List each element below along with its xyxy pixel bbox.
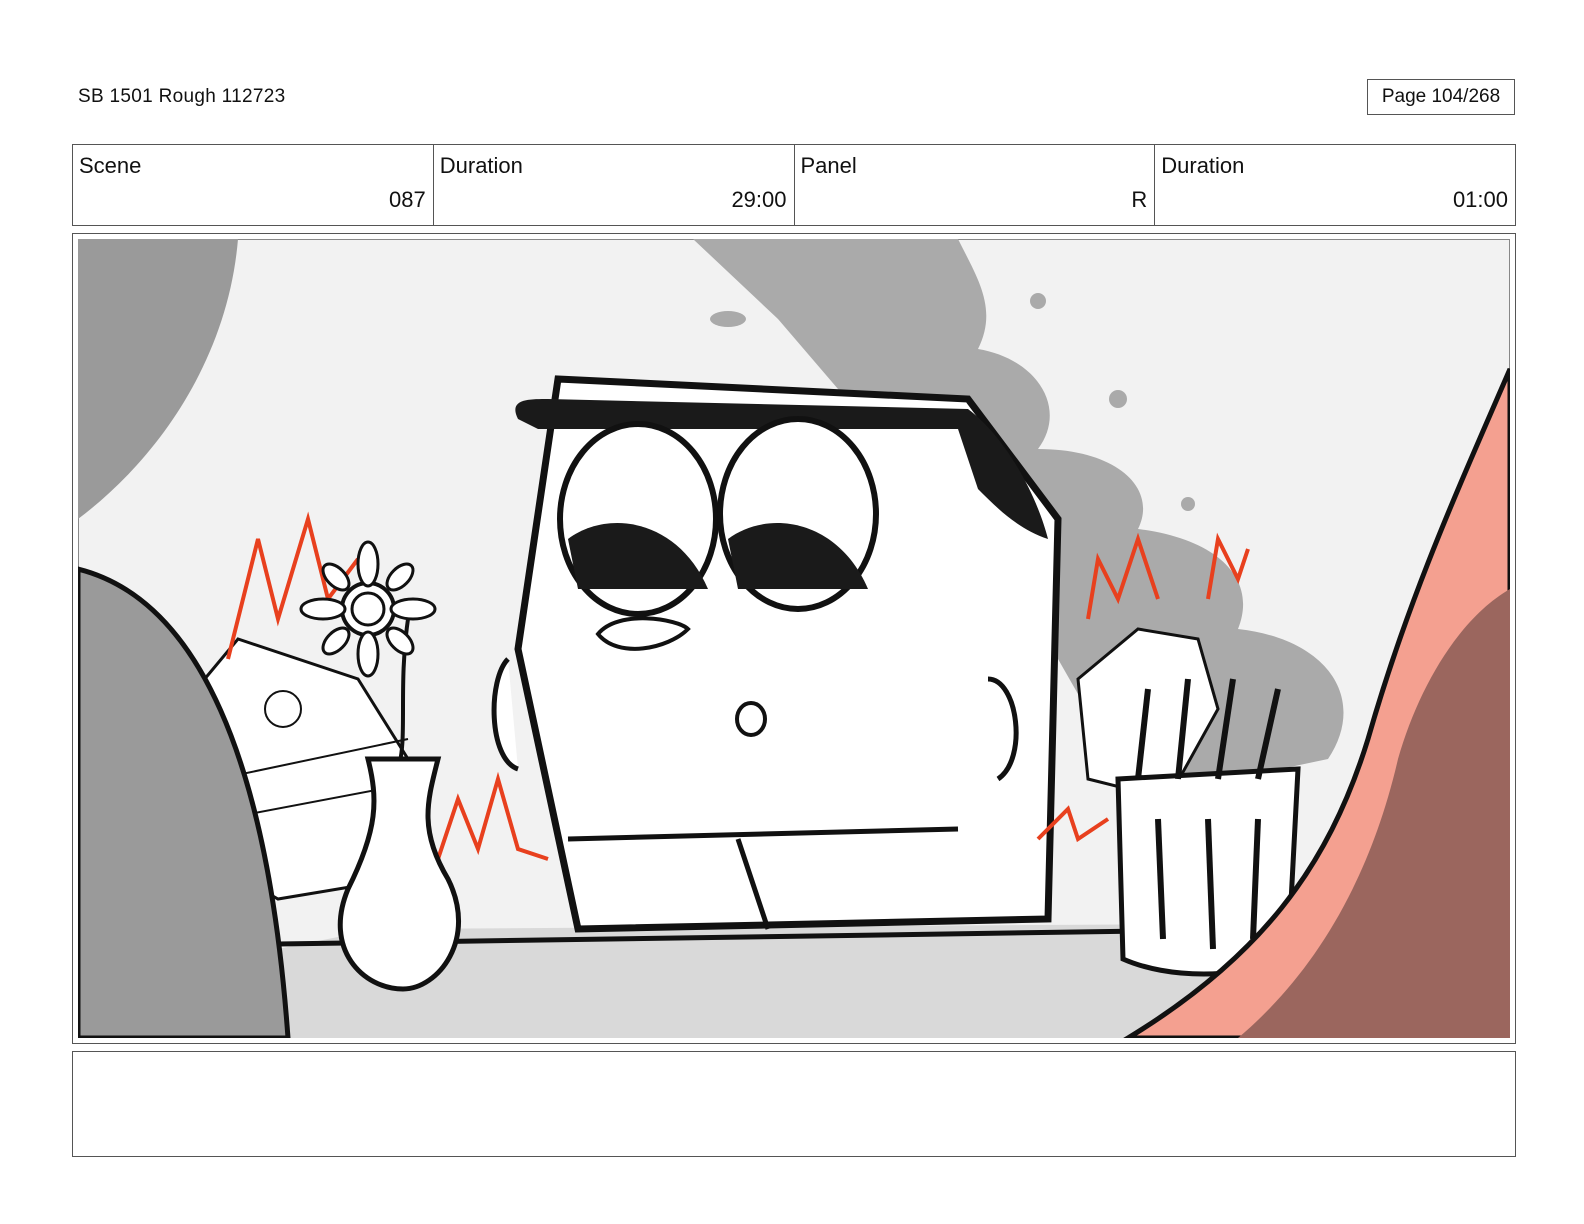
scene-duration-label: Duration — [439, 153, 523, 178]
storyboard-panel-frame — [72, 233, 1516, 1044]
document-title: SB 1501 Rough 112723 — [78, 86, 286, 107]
panel-duration-label: Duration — [1161, 153, 1245, 178]
mouth — [735, 701, 767, 737]
tiny-character — [264, 690, 302, 728]
sponge-character — [491, 375, 1062, 933]
panel-notes-box — [72, 1051, 1516, 1157]
panel-label: Panel — [800, 153, 857, 178]
panel-duration-value: 01:00 — [1452, 187, 1508, 212]
scene-value: 087 — [389, 187, 426, 212]
storyboard-drawing — [78, 239, 1510, 1038]
page-number-badge: Page 104/268 — [1367, 79, 1515, 115]
scene-duration-cell: Duration 29:00 — [434, 145, 795, 225]
scene-cell: Scene 087 — [73, 145, 434, 225]
panel-duration-cell: Duration 01:00 — [1155, 145, 1515, 225]
scene-label: Scene — [79, 153, 142, 178]
scene-info-row: Scene 087 Duration 29:00 Panel R Duratio… — [72, 144, 1516, 226]
panel-cell: Panel R — [795, 145, 1156, 225]
scene-duration-value: 29:00 — [731, 187, 787, 212]
panel-value: R — [1131, 187, 1148, 212]
